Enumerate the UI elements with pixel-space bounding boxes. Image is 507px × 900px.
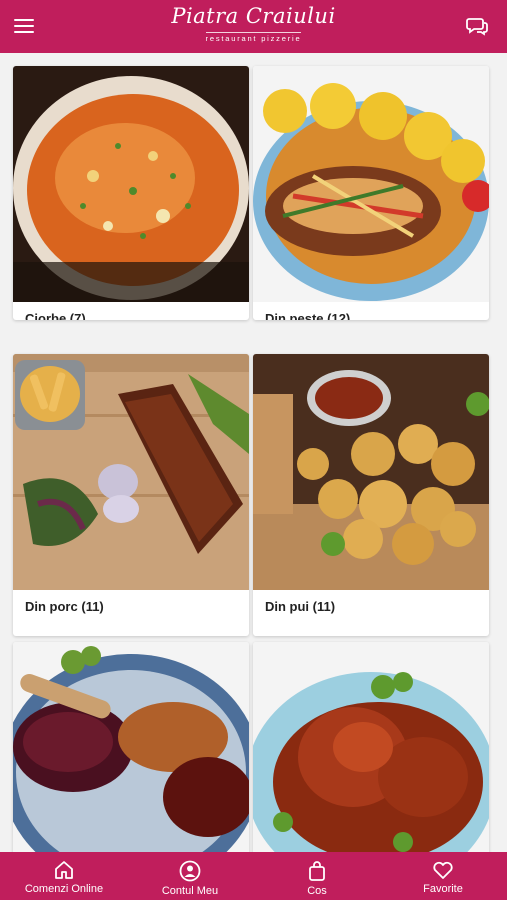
- duck-dish-photo: [13, 642, 249, 878]
- nav-label: Cos: [307, 885, 327, 897]
- nav-label: Contul Meu: [161, 885, 219, 897]
- glazed-dish-photo: [253, 642, 489, 878]
- chat-icon[interactable]: [465, 14, 489, 38]
- din-porc-photo: [13, 354, 249, 590]
- top-app-bar: Piatra Craiului restaurant pizzerie: [0, 0, 507, 53]
- category-card-din-porc[interactable]: Din porc (11): [13, 354, 249, 636]
- category-label: Din porc (11): [25, 599, 104, 614]
- category-card-ciorbe[interactable]: Ciorbe (7): [13, 66, 249, 320]
- nav-cos[interactable]: Cos: [292, 852, 342, 900]
- nav-comenzi-online[interactable]: Comenzi Online: [14, 852, 114, 900]
- category-label: Ciorbe (7): [25, 311, 86, 320]
- din-pui-photo: [253, 354, 489, 590]
- ciorbe-photo: [13, 66, 249, 302]
- nav-contul-meu[interactable]: Contul Meu: [145, 852, 235, 900]
- category-label: Din pește (12): [265, 311, 351, 320]
- restaurant-logo[interactable]: Piatra Craiului restaurant pizzerie: [0, 4, 507, 46]
- category-card-din-pui[interactable]: Din pui (11): [253, 354, 489, 636]
- heart-icon: [433, 861, 453, 879]
- shopping-bag-icon: [309, 861, 325, 881]
- category-card-din-peste[interactable]: Din pește (12): [253, 66, 489, 320]
- bottom-navigation: Comenzi Online Contul Meu Cos Favorite: [0, 852, 507, 900]
- nav-favorite[interactable]: Favorite: [408, 852, 478, 900]
- logo-subtitle: restaurant pizzerie: [205, 32, 302, 43]
- nav-label: Favorite: [423, 883, 463, 895]
- user-icon: [179, 860, 201, 882]
- logo-title: Piatra Craiului: [171, 4, 336, 28]
- nav-label: Comenzi Online: [24, 883, 104, 895]
- home-icon: [55, 861, 73, 879]
- category-label: Din pui (11): [265, 599, 336, 614]
- din-peste-photo: [253, 66, 489, 302]
